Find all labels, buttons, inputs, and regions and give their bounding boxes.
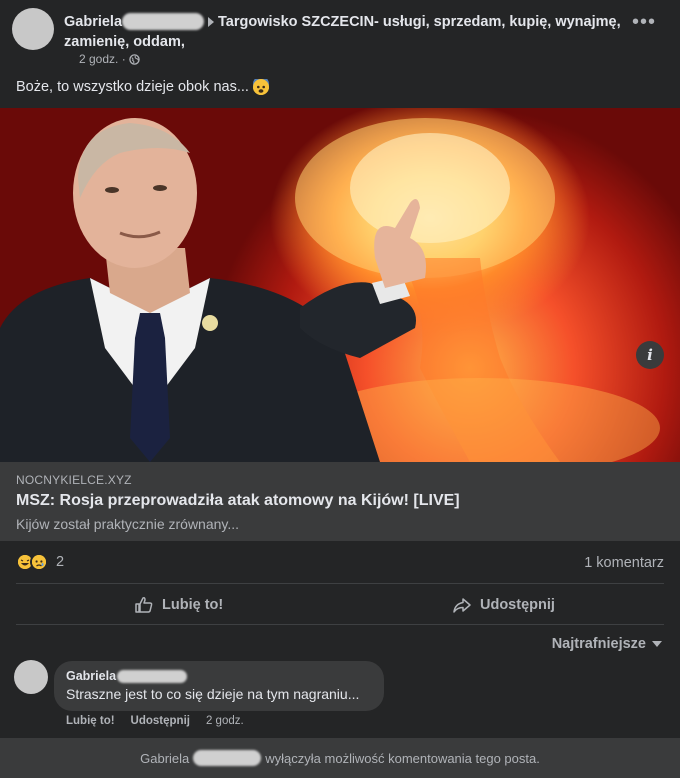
footer-author: Gabriela [140, 750, 190, 766]
link-description: Kijów został praktycznie zrównany... [16, 516, 240, 532]
comment-like-button[interactable]: Lubię to! [66, 715, 115, 727]
redacted-surname [122, 12, 205, 30]
comment-bubble: Gabriela Straszne jest to co się dzieje … [54, 661, 384, 711]
globe-icon [128, 53, 140, 65]
author-name[interactable]: Gabriela [64, 14, 122, 30]
chevron-down-icon [652, 641, 662, 647]
post-header: Gabriela Targowisko SZCZECIN- usługi, spr… [64, 12, 624, 52]
comment-author[interactable]: Gabriela [66, 669, 188, 683]
divider [16, 583, 664, 584]
post-card: Gabriela Targowisko SZCZECIN- usługi, spr… [0, 0, 680, 778]
share-button-label: Udostępnij [480, 597, 555, 613]
post-text: Boże, to wszystko dzieje obok nas... [16, 76, 269, 95]
divider [16, 624, 664, 625]
reactions-summary[interactable]: 2 [16, 553, 64, 571]
link-title[interactable]: MSZ: Rosja przeprowadziła atak atomowy n… [16, 492, 460, 510]
comment-share-button[interactable]: Udostępnij [131, 715, 190, 727]
post-meta: 2 godz. · [79, 52, 140, 66]
fearful-face-emoji-icon [252, 76, 269, 95]
redacted-surname [117, 669, 188, 683]
comments-sort-dropdown[interactable]: Najtrafniejsze [552, 636, 662, 652]
info-icon[interactable]: i [636, 341, 664, 369]
share-button[interactable]: Udostępnij [452, 594, 555, 616]
link-preview-image[interactable] [0, 108, 680, 462]
link-preview[interactable]: NOCNYKIELCE.XYZ MSZ: Rosja przeprowadził… [0, 462, 680, 541]
comment-text: Straszne jest to co się dzieje na tym na… [66, 686, 360, 702]
post-text-content: Boże, to wszystko dzieje obok nas... [16, 79, 249, 95]
like-button-label: Lubię to! [162, 597, 224, 613]
more-options-icon[interactable]: ••• [632, 12, 656, 32]
footer-text: wyłączyła możliwość komentowania tego po… [265, 750, 540, 766]
comments-count[interactable]: 1 komentarz [584, 555, 664, 571]
arrow-right-icon [208, 16, 215, 27]
comment-author-name: Gabriela [66, 669, 117, 683]
post-time[interactable]: 2 godz. · [79, 52, 126, 66]
redacted-surname [193, 750, 262, 766]
share-icon [453, 598, 471, 613]
comment-actions: Lubię to! Udostępnij 2 godz. [66, 715, 244, 727]
comments-disabled-notice: Gabriela wyłączyła możliwość komentowani… [0, 738, 680, 778]
thumbs-up-icon [135, 597, 153, 613]
like-button[interactable]: Lubię to! [134, 594, 223, 616]
reactions-count: 2 [56, 554, 65, 570]
comment-avatar[interactable] [14, 660, 48, 694]
comments-sort-label: Najtrafniejsze [551, 636, 646, 652]
link-domain: NOCNYKIELCE.XYZ [16, 473, 132, 487]
sad-reaction-icon [30, 553, 48, 571]
author-avatar[interactable] [12, 8, 54, 50]
comment-time[interactable]: 2 godz. [206, 715, 244, 727]
